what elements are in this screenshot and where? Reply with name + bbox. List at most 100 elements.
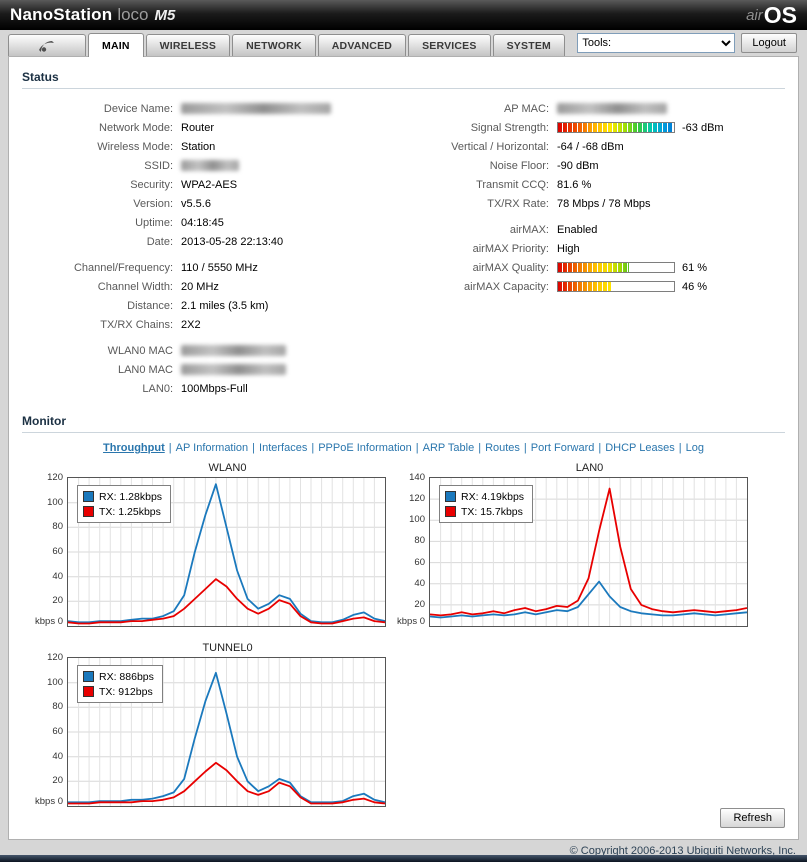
tab-wireless[interactable]: WIRELESS xyxy=(145,34,231,56)
tab-strip: MAIN WIRELESS NETWORK ADVANCED SERVICES SYSTE… xyxy=(88,33,567,57)
link-separator: | xyxy=(168,442,172,454)
redacted-value xyxy=(181,364,286,375)
status-label: Channel Width: xyxy=(97,280,173,293)
y-tick-label: 100 xyxy=(47,676,63,688)
status-row: Noise Floor: -90 dBm xyxy=(405,156,790,175)
legend-swatch xyxy=(445,506,456,517)
chart-tunnel0: TUNNEL0 20 40 60 80 100 120 kbps 0 RX: 886bps TX:… xyxy=(35,642,386,807)
status-value-text: WPA2-AES xyxy=(181,178,238,191)
tab-logo[interactable] xyxy=(8,34,86,56)
quality-gauge xyxy=(557,262,675,273)
status-value-text: Router xyxy=(181,121,215,134)
status-value-text: 81.6 % xyxy=(557,178,592,191)
tab-services[interactable]: SERVICES xyxy=(408,34,491,56)
status-value-text: 2.1 miles (3.5 km) xyxy=(181,299,269,312)
status-row: Uptime: 04:18:45 xyxy=(21,213,393,232)
status-label: Transmit CCQ: xyxy=(476,178,549,191)
legend-label: TX: 912bps xyxy=(99,685,153,698)
chart-body: 20 40 60 80 100 120 kbps 0 RX: 1.28kbps TX: 1.25… xyxy=(35,472,386,627)
status-label: Vertical / Horizontal: xyxy=(451,140,549,153)
tab-system[interactable]: SYSTEM xyxy=(492,34,565,56)
status-label: LAN0: xyxy=(142,382,173,395)
tab-advanced[interactable]: ADVANCED xyxy=(317,34,407,56)
status-row: LAN0 MAC xyxy=(21,360,393,379)
monitor-link-pppoe-information[interactable]: PPPoE Information xyxy=(318,442,412,454)
monitor-link-arp-table[interactable]: ARP Table xyxy=(423,442,475,454)
tab-main[interactable]: MAIN xyxy=(88,33,144,57)
status-row: SSID: xyxy=(21,156,393,175)
status-value xyxy=(181,160,239,171)
status-label: airMAX: xyxy=(509,223,549,236)
status-label: Noise Floor: xyxy=(489,159,549,172)
legend-label: TX: 15.7kbps xyxy=(461,505,523,518)
tools-select[interactable]: Tools: xyxy=(577,33,736,53)
status-value: WPA2-AES xyxy=(181,179,237,191)
status-value-text: v5.5.6 xyxy=(181,197,211,210)
logout-button[interactable]: Logout xyxy=(741,33,797,53)
status-row: Version: v5.5.6 xyxy=(21,194,393,213)
link-separator: | xyxy=(598,442,602,454)
status-value: 100Mbps-Full xyxy=(181,383,248,395)
status-label: airMAX Capacity: xyxy=(464,280,549,293)
status-value-text: 110 / 5550 MHz xyxy=(181,261,258,274)
status-row: AP MAC: xyxy=(405,99,790,118)
chart-y-axis: 20 40 60 80 100 120 kbps 0 xyxy=(35,652,67,807)
airos-page: NanoStation loco M5 air OS MAIN WIRELESS N… xyxy=(0,0,807,862)
gauge-fill xyxy=(558,282,612,291)
link-separator: | xyxy=(478,442,482,454)
status-value-text: 78 Mbps / 78 Mbps xyxy=(557,197,651,210)
monitor-links: Throughput | AP Information | Interfaces | PPP… xyxy=(9,442,798,454)
status-row: Channel Width: 20 MHz xyxy=(21,277,393,296)
monitor-link-port-forward[interactable]: Port Forward xyxy=(531,442,595,454)
monitor-link-routes[interactable]: Routes xyxy=(485,442,520,454)
monitor-link-interfaces[interactable]: Interfaces xyxy=(259,442,307,454)
status-right-column: AP MAC: Signal Strength: -63 dBm Vertical /… xyxy=(405,99,790,296)
y-tick-label: 80 xyxy=(52,701,63,713)
monitor-link-dhcp-leases[interactable]: DHCP Leases xyxy=(605,442,675,454)
monitor-link-ap-information[interactable]: AP Information xyxy=(176,442,249,454)
status-row: Network Mode: Router xyxy=(21,118,393,137)
chart-legend: RX: 886bps TX: 912bps xyxy=(77,665,163,703)
refresh-button[interactable]: Refresh xyxy=(720,808,785,828)
status-value: -63 dBm xyxy=(557,122,724,134)
status-value-text: -90 dBm xyxy=(557,159,599,172)
signal-gauge xyxy=(557,122,675,133)
status-value: 2X2 xyxy=(181,319,201,331)
status-value-text: -64 / -68 dBm xyxy=(557,140,624,153)
redacted-value xyxy=(181,103,331,114)
status-value-text: 46 % xyxy=(682,280,708,293)
status-left-column: Device Name: Network Mode: Router Wireless … xyxy=(21,99,393,398)
status-label: Signal Strength: xyxy=(470,121,549,134)
status-value-text: 100Mbps-Full xyxy=(181,382,248,395)
status-label: Channel/Frequency: xyxy=(73,261,173,274)
tab-network[interactable]: NETWORK xyxy=(232,34,316,56)
status-section: Device Name: Network Mode: Router Wireless … xyxy=(9,99,798,401)
monitor-link-throughput[interactable]: Throughput xyxy=(103,442,165,454)
status-section-title: Status xyxy=(22,70,785,89)
y-tick-label: 120 xyxy=(409,493,425,505)
status-row: Signal Strength: -63 dBm xyxy=(405,118,790,137)
status-value-text: 2013-05-28 22:13:40 xyxy=(181,235,284,248)
status-value-text: High xyxy=(557,242,580,255)
chart-title: LAN0 xyxy=(575,462,604,474)
status-row: Security: WPA2-AES xyxy=(21,175,393,194)
chart-y-axis: 20 40 60 80 100 120 kbps 0 xyxy=(35,472,67,627)
status-row: Device Name: xyxy=(21,99,393,118)
y-tick-label: 40 xyxy=(52,570,63,582)
chart-legend: RX: 4.19kbps TX: 15.7kbps xyxy=(439,485,534,523)
y-tick-label: 100 xyxy=(409,514,425,526)
status-value-text: Enabled xyxy=(557,223,598,236)
chart-wlan0: WLAN0 20 40 60 80 100 120 kbps 0 RX: 1.28kbps TX:… xyxy=(35,462,386,627)
status-value: -90 dBm xyxy=(557,160,599,172)
legend-swatch xyxy=(445,491,456,502)
status-label: TX/RX Chains: xyxy=(100,318,173,331)
legend-swatch xyxy=(83,506,94,517)
status-value xyxy=(557,103,667,114)
status-value xyxy=(181,345,286,356)
status-value-text: 04:18:45 xyxy=(181,216,224,229)
status-value: 2.1 miles (3.5 km) xyxy=(181,300,268,312)
status-label: Security: xyxy=(130,178,173,191)
monitor-link-log[interactable]: Log xyxy=(686,442,704,454)
status-label: airMAX Quality: xyxy=(472,261,549,274)
legend-row: RX: 1.28kbps xyxy=(83,489,162,504)
